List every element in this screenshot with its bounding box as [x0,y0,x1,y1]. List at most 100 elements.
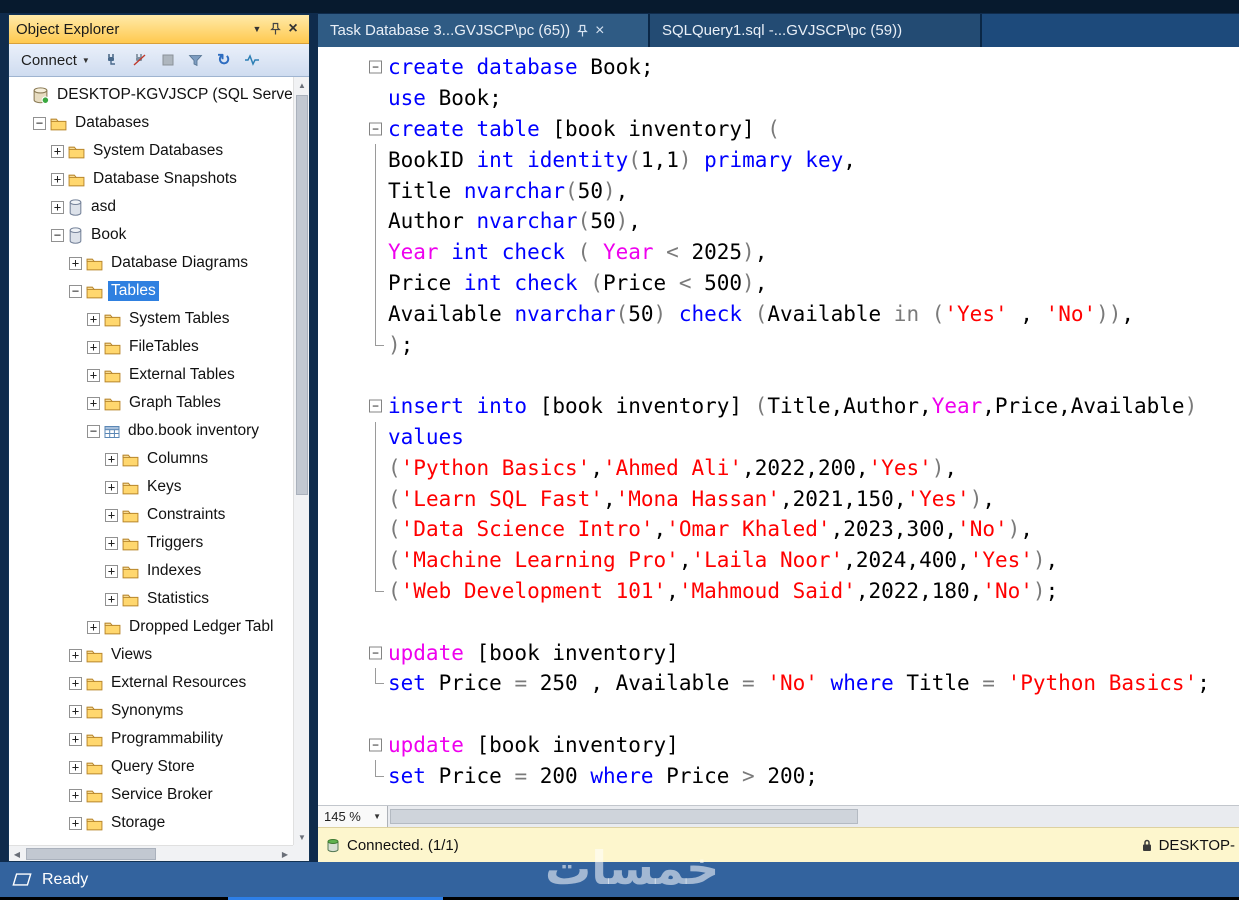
code-line[interactable]: ('Python Basics','Ahmed Ali',2022,200,'Y… [318,452,1239,483]
code-line[interactable]: Year int check ( Year < 2025), [318,236,1239,268]
fold-collapse-icon[interactable]: − [366,52,388,83]
tree-horizontal-scrollbar[interactable]: ◀ ▶ [9,845,293,861]
pin-icon[interactable] [266,20,284,38]
tree-item-dbo-book-inventory[interactable]: − dbo.book inventory [9,417,293,445]
tree-item-tables[interactable]: − Tables [9,277,293,305]
fold-collapse-icon[interactable]: − [366,114,388,145]
collapse-icon[interactable]: − [33,116,46,130]
connect-plug-icon[interactable] [102,50,122,70]
tree-item-indexes[interactable]: + Indexes [9,557,293,585]
fold-collapse-icon[interactable]: − [366,637,388,668]
code-line[interactable]: ('Machine Learning Pro','Laila Noor',202… [318,544,1239,576]
expand-icon[interactable]: + [51,172,64,186]
expand-icon[interactable]: + [105,536,118,550]
tree-item-query-store[interactable]: + Query Store [9,753,293,781]
connect-button[interactable]: Connect ▼ [17,50,94,71]
tree-item-asd[interactable]: + asd [9,193,293,221]
code-line[interactable]: Title nvarchar(50), [318,175,1239,206]
tree-item-programmability[interactable]: + Programmability [9,725,293,753]
filter-icon[interactable] [186,50,206,70]
refresh-icon[interactable]: ↻ [214,50,234,70]
code-line[interactable]: ('Data Science Intro','Omar Khaled',2023… [318,513,1239,545]
tree-item-filetables[interactable]: + FileTables [9,333,293,361]
tree-vertical-scrollbar[interactable]: ▲ ▼ [293,77,309,845]
tree-item-dropped-ledger-tabl[interactable]: + Dropped Ledger Tabl [9,613,293,641]
expand-icon[interactable]: + [69,760,82,774]
code-line[interactable]: set Price = 200 where Price > 200; [318,760,1239,791]
tree-item-storage[interactable]: + Storage [9,809,293,837]
code-line[interactable] [318,606,1239,637]
expand-icon[interactable]: + [105,592,118,606]
scroll-up-icon[interactable]: ▲ [294,77,309,93]
code-line[interactable]: ('Learn SQL Fast','Mona Hassan',2021,150… [318,483,1239,514]
document-tab[interactable]: Task Database 3...GVJSCP\pc (65)) × [318,14,648,47]
stop-icon[interactable] [158,50,178,70]
tree-item-external-resources[interactable]: + External Resources [9,669,293,697]
code-line[interactable]: use Book; [318,83,1239,114]
tree-item-system-databases[interactable]: + System Databases [9,137,293,165]
expand-icon[interactable]: + [87,368,100,382]
fold-collapse-icon[interactable]: − [366,391,388,422]
tree-item-external-tables[interactable]: + External Tables [9,361,293,389]
tree-item-database-snapshots[interactable]: + Database Snapshots [9,165,293,193]
code-line[interactable]: values [318,421,1239,453]
code-line[interactable]: BookID int identity(1,1) primary key, [318,144,1239,175]
expand-icon[interactable]: + [105,452,118,466]
tree-item-graph-tables[interactable]: + Graph Tables [9,389,293,417]
tree-item-system-tables[interactable]: + System Tables [9,305,293,333]
expand-icon[interactable]: + [87,340,100,354]
code-line[interactable] [318,699,1239,730]
expand-icon[interactable]: + [105,480,118,494]
code-line[interactable] [318,360,1239,391]
code-line[interactable]: − update [book inventory] [318,730,1239,761]
expand-icon[interactable]: + [69,816,82,830]
close-icon[interactable]: × [595,22,604,40]
tree-item-statistics[interactable]: + Statistics [9,585,293,613]
code-line[interactable]: Author nvarchar(50), [318,205,1239,237]
tree-item-desktop-kgvjscp-sql-server[interactable]: DESKTOP-KGVJSCP (SQL Server [9,81,293,109]
expand-icon[interactable]: + [69,256,82,270]
expand-icon[interactable]: + [105,564,118,578]
code-line[interactable]: Price int check (Price < 500), [318,267,1239,299]
collapse-icon[interactable]: − [69,284,82,298]
tree-item-database-diagrams[interactable]: + Database Diagrams [9,249,293,277]
code-line[interactable]: Available nvarchar(50) check (Available … [318,298,1239,329]
pin-icon[interactable] [577,24,588,38]
scrollbar-thumb[interactable] [296,95,308,495]
zoom-selector[interactable]: 145 % ▼ [318,806,388,827]
tree-item-triggers[interactable]: + Triggers [9,529,293,557]
scroll-down-icon[interactable]: ▼ [294,829,309,845]
tree-item-service-broker[interactable]: + Service Broker [9,781,293,809]
expand-icon[interactable]: + [87,396,100,410]
expand-icon[interactable]: + [87,312,100,326]
expand-icon[interactable]: + [69,788,82,802]
scroll-left-icon[interactable]: ◀ [9,846,25,861]
tree-item-book[interactable]: − Book [9,221,293,249]
tree-item-views[interactable]: + Views [9,641,293,669]
expand-icon[interactable]: + [69,676,82,690]
scroll-right-icon[interactable]: ▶ [277,846,293,861]
scrollbar-thumb[interactable] [390,809,859,824]
tree-item-synonyms[interactable]: + Synonyms [9,697,293,725]
expand-icon[interactable]: + [51,200,64,214]
window-position-icon[interactable]: ▼ [248,20,266,38]
expand-icon[interactable]: + [87,620,100,634]
tree-item-databases[interactable]: − Databases [9,109,293,137]
expand-icon[interactable]: + [51,144,64,158]
activity-monitor-icon[interactable] [242,50,262,70]
expand-icon[interactable]: + [69,704,82,718]
tree-item-constraints[interactable]: + Constraints [9,501,293,529]
code-line[interactable]: set Price = 250 , Available = 'No' where… [318,667,1239,699]
tree-item-keys[interactable]: + Keys [9,473,293,501]
close-icon[interactable]: × [284,20,302,38]
expand-icon[interactable]: + [69,732,82,746]
expand-icon[interactable]: + [69,648,82,662]
code-line[interactable]: − update [book inventory] [318,637,1239,668]
fold-collapse-icon[interactable]: − [366,730,388,761]
tree-item-columns[interactable]: + Columns [9,445,293,473]
collapse-icon[interactable]: − [87,424,100,438]
sql-editor[interactable]: − create database Book; use Book; − create t… [318,47,1239,805]
code-line[interactable]: ); [318,329,1239,360]
document-tab[interactable]: SQLQuery1.sql -...GVJSCP\pc (59)) [650,14,980,47]
expand-icon[interactable]: + [105,508,118,522]
